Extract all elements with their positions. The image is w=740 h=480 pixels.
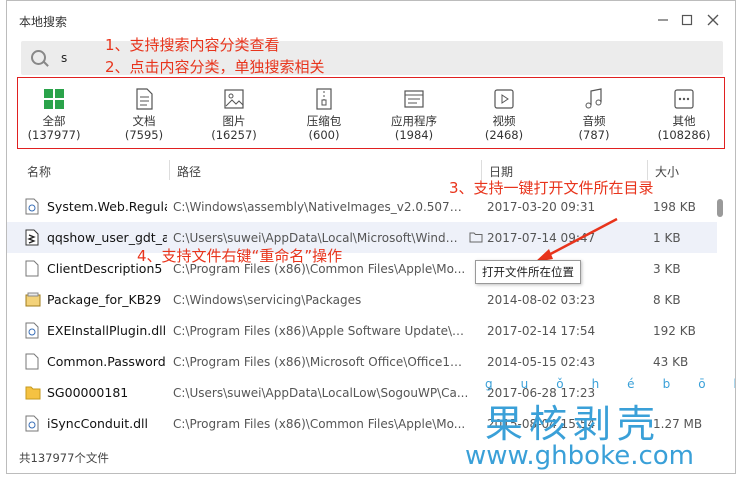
window-title: 本地搜索 [19,15,68,29]
config-file-icon [25,229,39,246]
category-label: 音频 [582,114,606,128]
title-bar: 本地搜索 [7,1,735,37]
annotation-2: 2、点击内容分类，单独搜索相关 [105,58,325,76]
video-icon [493,88,515,110]
open-folder-icon[interactable] [469,231,483,246]
file-size: 1 KB [653,231,681,245]
category-apps[interactable]: 应用程序 (1984) [374,88,454,142]
watermark-pinyin-2: hé [591,377,663,391]
file-size: 198 KB [653,200,696,214]
more-icon [673,88,695,110]
category-archives[interactable]: 压缩包 (600) [284,88,364,142]
category-count: (108286) [657,128,711,142]
file-name: Common.Password [47,354,166,369]
scrollbar[interactable] [716,191,724,446]
category-docs[interactable]: 文档 (7595) [104,88,184,142]
file-date: 2014-05-15 02:43 [487,355,596,369]
file-date: 2017-02-14 17:54 [487,324,596,338]
scrollbar-thumb[interactable] [717,199,723,217]
file-name: iSyncConduit.dll [47,416,148,431]
category-videos[interactable]: 视频 (2468) [464,88,544,142]
file-size: 192 KB [653,324,696,338]
category-label: 全部 [42,114,66,128]
table-row[interactable]: Package_for_KB29 C:\Windows\servicing\Pa… [7,284,717,315]
watermark-pinyin-3: bō [662,377,734,391]
image-icon [223,88,245,110]
search-icon[interactable] [31,50,46,65]
file-size: 3 KB [653,262,681,276]
file-name: Package_for_KB29 [47,292,162,307]
annotation-4: 4、支持文件右键“重命名”操作 [137,247,343,265]
watermark-pinyin-1: guǒ [485,377,592,391]
category-count: (7595) [124,128,164,142]
file-size: 8 KB [653,293,681,307]
dll-file-icon [25,322,39,339]
status-bar-text: 共137977个文件 [19,451,109,465]
file-path: C:\Users\suwei\AppData\Local\Microsoft\W… [173,231,463,245]
file-path: C:\Program Files (x86)\Common Files\Appl… [173,417,466,431]
file-date: 2017-03-20 09:31 [487,200,596,214]
file-path: C:\Program Files (x86)\Apple Software Up… [173,324,469,338]
search-window: 本地搜索 1、支持搜索内容分类查看 2、点击内容分类，单独搜索相关 全部 (13… [6,0,736,474]
category-label: 其他 [672,114,696,128]
grid-icon [43,88,65,110]
tooltip-open-location: 打开文件所在位置 [475,260,581,284]
document-icon [133,88,155,110]
folder-icon [25,384,41,401]
category-count: (787) [578,128,610,142]
file-size: 43 KB [653,355,689,369]
maximize-icon[interactable] [677,10,697,30]
category-audio[interactable]: 音频 (787) [554,88,634,142]
file-name: qqshow_user_gdt_a [47,230,167,245]
file-name: EXEInstallPlugin.dll [47,323,167,338]
archive-icon [313,88,335,110]
category-count: (137977) [27,128,81,142]
category-count: (2468) [484,128,524,142]
column-header-name[interactable]: 名称 [27,163,51,180]
category-label: 文档 [132,114,156,128]
watermark-url: www.ghboke.com [465,441,694,471]
dll-file-icon [25,415,39,432]
app-icon [403,88,425,110]
table-row[interactable]: EXEInstallPlugin.dll C:\Program Files (x… [7,315,717,346]
file-name: SG00000181 [47,385,129,400]
close-icon[interactable] [703,10,723,30]
category-label: 视频 [492,114,516,128]
category-label: 图片 [222,114,246,128]
category-label: 压缩包 [306,114,342,128]
file-path: C:\Windows\servicing\Packages [173,293,362,307]
table-row[interactable]: Common.Password C:\Program Files (x86)\M… [7,346,717,377]
category-count: (16257) [211,128,257,142]
file-path: C:\Windows\assembly\NativeImages_v2.0.50… [173,200,469,214]
category-count: (600) [308,128,340,142]
file-name: System.Web.Regula [47,199,167,214]
file-path: C:\Program Files (x86)\Microsoft Office\… [173,355,469,369]
file-path: C:\Users\suwei\AppData\LocalLow\SogouWP\… [173,386,469,400]
watermark-pinyin-4: ké [734,377,735,391]
column-header-path[interactable]: 路径 [177,163,201,180]
watermark-pinyin: guǒhébōké [485,377,735,391]
minimize-icon[interactable] [653,10,673,30]
category-images[interactable]: 图片 (16257) [194,88,274,142]
generic-file-icon [25,260,39,277]
category-count: (1984) [394,128,434,142]
column-divider[interactable] [169,160,170,180]
package-file-icon [25,291,41,308]
category-bar: 全部 (137977) 文档 (7595) 图片 (16257) 压缩包 (60… [17,77,725,149]
generic-file-icon [25,353,39,370]
dll-file-icon [25,198,39,215]
category-all[interactable]: 全部 (137977) [14,88,94,142]
file-date: 2014-08-02 03:23 [487,293,596,307]
pointer-arrow [535,217,618,262]
music-icon [583,88,605,110]
category-label: 应用程序 [391,114,437,128]
watermark-logo-text: 果核剥壳 [485,402,662,446]
category-other[interactable]: 其他 (108286) [644,88,724,142]
column-header-size[interactable]: 大小 [655,163,679,180]
annotation-1: 1、支持搜索内容分类查看 [105,36,280,54]
